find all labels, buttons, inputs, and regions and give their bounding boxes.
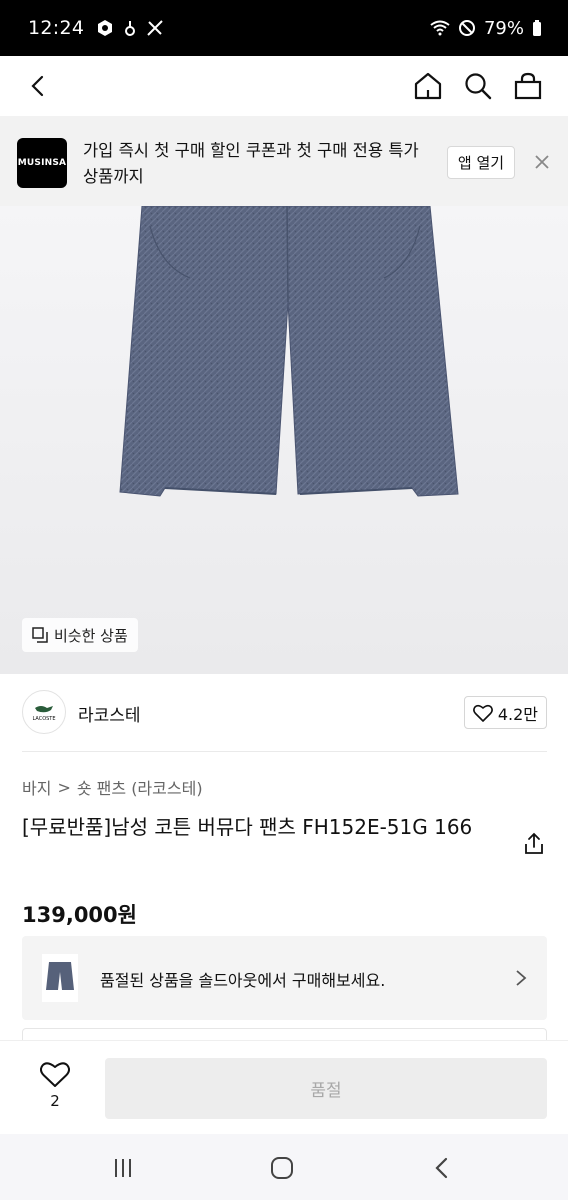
silent-icon <box>125 21 136 36</box>
bottom-action-bar: 2 품절 <box>0 1040 568 1134</box>
top-nav <box>0 56 568 116</box>
brand-name[interactable]: 라코스테 <box>78 701 141 726</box>
musinsa-logo: MUSINSA <box>17 138 67 188</box>
status-notification-icons <box>96 19 164 37</box>
back-system-button[interactable] <box>428 1154 456 1182</box>
similar-products-button[interactable]: 비슷한 상품 <box>22 618 138 652</box>
shopping-bag-icon <box>514 72 542 100</box>
home-system-button[interactable] <box>268 1154 296 1182</box>
wifi-icon <box>430 20 450 36</box>
brand-like-button[interactable]: 4.2만 <box>463 696 547 729</box>
home-button[interactable] <box>408 66 448 106</box>
battery-percent: 79% <box>483 17 524 39</box>
lacoste-logo: LACOSTE <box>32 706 56 722</box>
breadcrumb-category[interactable]: 바지 <box>22 775 51 799</box>
home-circle-icon <box>271 1157 293 1179</box>
wishlist-button[interactable]: 2 <box>34 1061 76 1121</box>
app-notification-icon <box>98 20 113 36</box>
no-sync-icon <box>147 20 163 36</box>
copy-icon <box>32 627 48 643</box>
search-icon <box>465 73 492 100</box>
status-time: 12:24 <box>28 17 85 39</box>
home-icon <box>414 72 442 100</box>
cart-button[interactable] <box>508 66 548 106</box>
back-button[interactable] <box>18 66 58 106</box>
chevron-left-icon <box>435 1157 448 1179</box>
product-image[interactable]: 비슷한 상품 <box>0 206 568 674</box>
app-install-banner: MUSINSA 가입 즉시 첫 구매 할인 쿠폰과 첫 구매 전용 특가 상품까… <box>0 116 568 206</box>
chevron-right-icon <box>516 970 527 986</box>
breadcrumb: 바지 > 숏 팬츠 (라코스테) <box>22 775 203 799</box>
shorts-image <box>119 206 459 497</box>
do-not-disturb-icon <box>458 20 475 36</box>
product-thumbnail <box>42 954 78 1002</box>
status-system-icons: 79% <box>430 18 542 39</box>
brand-logo[interactable]: LACOSTE <box>22 690 66 734</box>
product-price: 139,000원 <box>22 903 137 927</box>
wishlist-count: 2 <box>50 1092 60 1110</box>
share-button[interactable] <box>522 832 546 856</box>
open-app-button[interactable]: 앱 열기 <box>447 146 515 179</box>
system-navigation-bar <box>0 1134 568 1200</box>
breadcrumb-separator: > <box>57 777 71 797</box>
recent-apps-icon <box>115 1159 131 1177</box>
svg-text:LACOSTE: LACOSTE <box>32 716 55 722</box>
heart-icon <box>40 1062 70 1087</box>
battery-icon <box>533 20 541 36</box>
breadcrumb-subcategory[interactable]: 숏 팬츠 (라코스테) <box>77 775 203 799</box>
similar-products-label: 비슷한 상품 <box>54 626 128 645</box>
heart-icon <box>472 704 493 722</box>
soldout-button[interactable]: 품절 <box>105 1058 547 1119</box>
close-icon <box>535 155 549 169</box>
recent-apps-button[interactable] <box>109 1154 137 1182</box>
banner-close-button[interactable] <box>528 148 556 176</box>
brand-row: LACOSTE 라코스테 4.2만 <box>22 674 547 752</box>
status-bar: 12:24 79% <box>0 0 568 56</box>
soldout-link-card[interactable]: 품절된 상품을 솔드아웃에서 구매해보세요. <box>22 936 547 1020</box>
search-button[interactable] <box>458 66 498 106</box>
chevron-left-icon <box>31 75 44 97</box>
banner-message: 가입 즉시 첫 구매 할인 쿠폰과 첫 구매 전용 특가 상품까지 <box>83 141 419 186</box>
brand-like-count: 4.2만 <box>497 704 538 724</box>
soldout-message: 품절된 상품을 솔드아웃에서 구매해보세요. <box>100 971 386 990</box>
product-title: [무료반품]남성 코튼 버뮤다 팬츠 FH152E-51G 166 <box>22 815 473 839</box>
share-icon <box>525 832 543 854</box>
